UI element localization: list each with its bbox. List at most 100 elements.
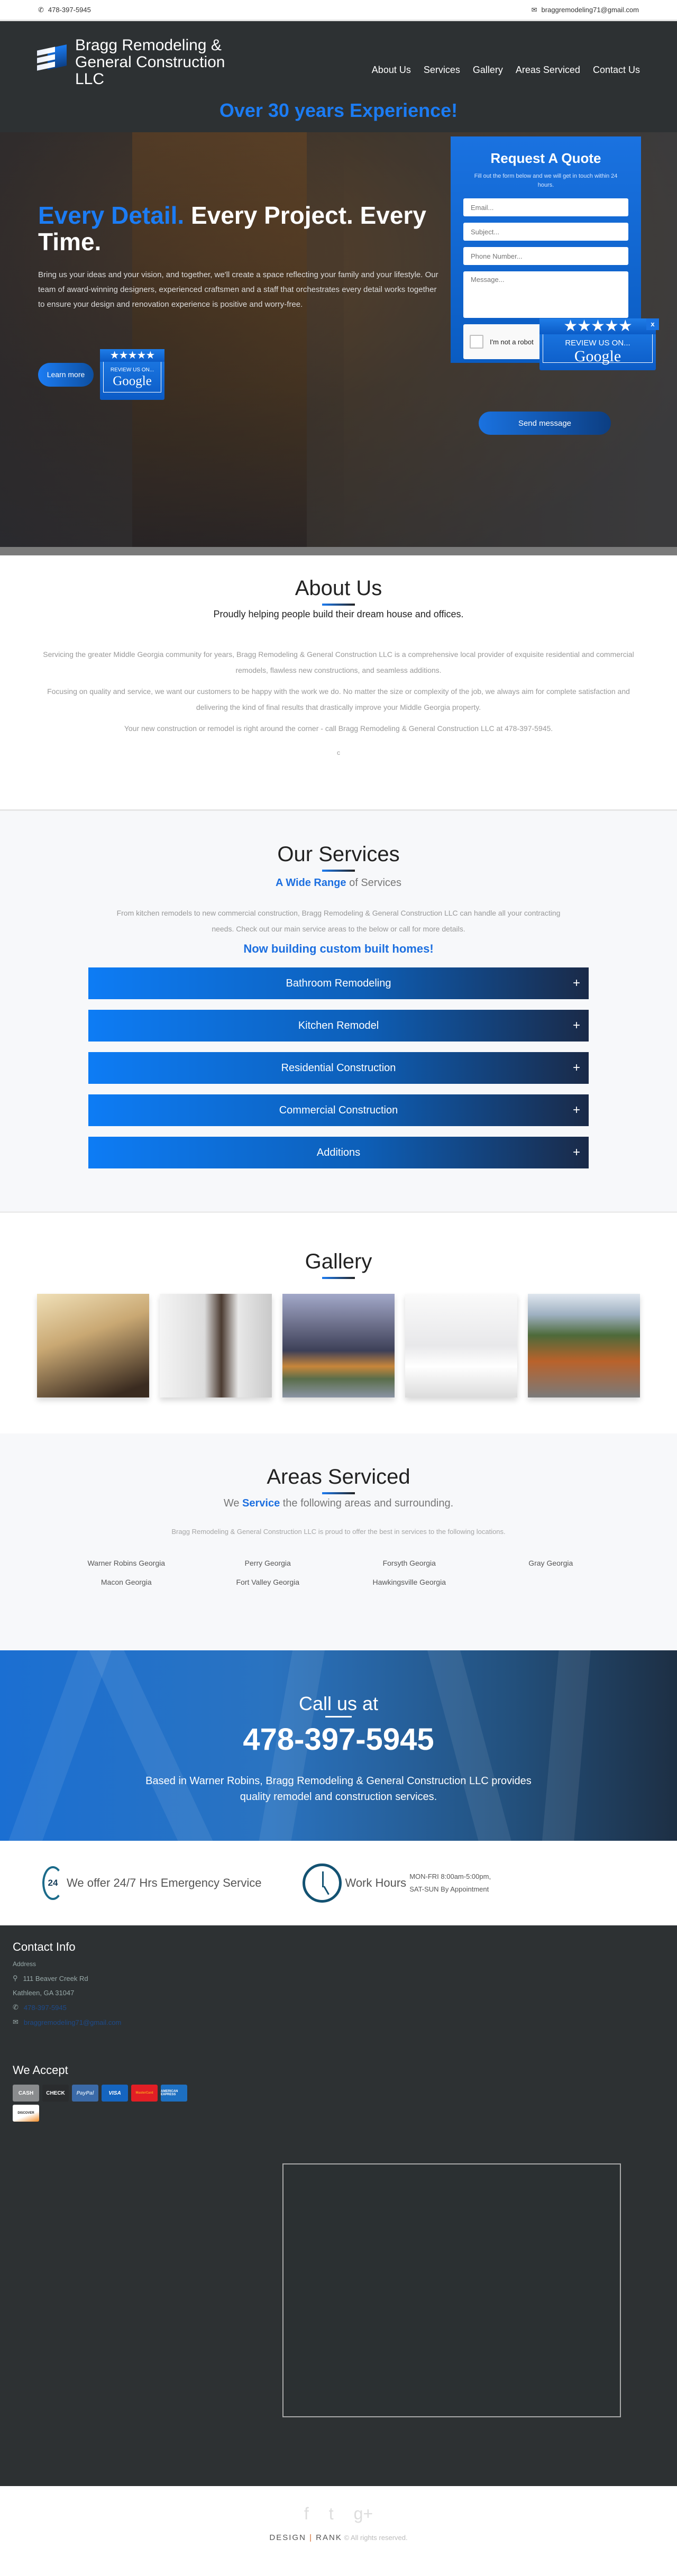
hours-weekend: SAT-SUN By Appointment — [409, 1885, 489, 1893]
plus-icon: + — [572, 976, 580, 990]
message-field[interactable] — [463, 271, 628, 318]
areas-subtitle: We Service the following areas and surro… — [0, 1497, 677, 1510]
accordion-commercial-construction[interactable]: Commercial Construction + — [88, 1094, 589, 1126]
map-embed[interactable] — [282, 2163, 621, 2417]
services-text: From kitchen remodels to new commercial … — [116, 909, 561, 933]
24-hour-icon: 24 — [42, 1866, 63, 1900]
map-pin-icon: ⚲ — [13, 1974, 18, 1982]
top-phone[interactable]: ✆ 478-397-5945 — [38, 6, 91, 14]
experience-tagline: Over 30 years Experience! — [219, 99, 458, 121]
address-label: Address — [13, 1960, 36, 1968]
top-phone-text: 478-397-5945 — [48, 6, 91, 14]
star-icons: ★★★★★ — [539, 318, 656, 334]
email-field[interactable] — [463, 198, 628, 216]
title-underline — [322, 1277, 355, 1279]
location-item: Perry Georgia — [244, 1559, 291, 1567]
areas-text: Bragg Remodeling & General Construction … — [171, 1528, 506, 1536]
envelope-icon: ✉ — [13, 2018, 19, 2026]
accordion-label: Bathroom Remodeling — [286, 977, 391, 989]
phone-icon: ✆ — [13, 2003, 19, 2011]
gallery-image-bathroom[interactable] — [37, 1294, 149, 1397]
design-rank-logo[interactable]: DESIGN | RANK — [269, 2533, 342, 2542]
close-icon[interactable]: x — [646, 318, 659, 330]
footer-email-link[interactable]: braggremodeling71@gmail.com — [24, 2018, 121, 2026]
gallery-image-conference-room[interactable] — [405, 1294, 517, 1397]
accordion-kitchen-remodel[interactable]: Kitchen Remodel + — [88, 1010, 589, 1042]
top-bar: ✆ 478-397-5945 ✉ braggremodeling71@gmail… — [0, 0, 677, 21]
gallery-image-patio[interactable] — [528, 1294, 640, 1397]
footer-phone-link[interactable]: 478-397-5945 — [24, 2004, 67, 2012]
about-paragraph: Servicing the greater Middle Georgia com… — [43, 650, 634, 674]
hero-title: Every Detail. Every Project. Every Time. — [38, 202, 440, 255]
about-paragraph: Your new construction or remodel is righ… — [124, 724, 553, 733]
brand[interactable]: Bragg Remodeling & General Construction … — [37, 37, 250, 88]
review-text: REVIEW US ON... — [110, 367, 154, 373]
nav-gallery[interactable]: Gallery — [473, 65, 503, 88]
top-email-text: braggremodeling71@gmail.com — [541, 6, 639, 14]
location-item: Warner Robins Georgia — [87, 1559, 166, 1567]
hours-weekday: MON-FRI 8:00am-5:00pm, — [409, 1872, 491, 1880]
services-title: Our Services — [277, 843, 400, 866]
discover-icon: DISCOVER — [13, 2105, 39, 2122]
twitter-icon[interactable]: t — [329, 2504, 334, 2524]
nav-about[interactable]: About Us — [372, 65, 411, 88]
gallery-title: Gallery — [305, 1250, 372, 1273]
google-text: Google — [113, 374, 152, 388]
floating-review-widget[interactable]: ★★★★★ REVIEW US ON... Google x — [539, 318, 659, 370]
location-item: Fort Valley Georgia — [236, 1578, 300, 1586]
footer: Contact Info Address ⚲ 111 Beaver Creek R… — [0, 1925, 677, 2486]
work-hours-label: Work Hours — [345, 1876, 407, 1889]
call-us-banner: Call us at 478-397-5945 Based in Warner … — [0, 1650, 677, 1841]
mastercard-icon: MasterCard — [131, 2085, 158, 2102]
review-text: REVIEW US ON... — [565, 339, 630, 348]
phone-field[interactable] — [463, 247, 628, 265]
logo-icon — [37, 44, 69, 71]
gallery-image-kitchen[interactable] — [160, 1294, 272, 1397]
phone-icon: ✆ — [38, 5, 44, 14]
plus-icon: + — [572, 1145, 580, 1159]
areas-section: Areas Serviced We Service the following … — [0, 1433, 677, 1650]
send-message-button[interactable]: Send message — [479, 412, 611, 435]
brand-name: Bragg Remodeling & General Construction … — [75, 36, 225, 88]
subject-field[interactable] — [463, 223, 628, 241]
about-subtitle: Proudly helping people build their dream… — [213, 609, 464, 619]
gallery-image-house-exterior[interactable] — [282, 1294, 395, 1397]
social-links: f t g+ — [0, 2504, 677, 2524]
accordion-bathroom-remodeling[interactable]: Bathroom Remodeling + — [88, 967, 589, 999]
accordion-label: Additions — [316, 1146, 361, 1158]
learn-more-button[interactable]: Learn more — [38, 362, 94, 387]
bottom-bar: f t g+ DESIGN | RANK © All rights reserv… — [0, 2486, 677, 2576]
call-us-title: Call us at — [298, 1693, 379, 1714]
services-accordion: Bathroom Remodeling + Kitchen Remodel + Re… — [88, 967, 589, 1168]
nav-services[interactable]: Services — [424, 65, 460, 88]
title-underline — [322, 870, 355, 872]
accordion-additions[interactable]: Additions + — [88, 1137, 589, 1168]
title-underline — [322, 604, 355, 606]
quote-subtitle: Fill out the form below and we will get … — [474, 173, 618, 188]
visa-icon: VISA — [102, 2085, 128, 2102]
top-email[interactable]: ✉ braggremodeling71@gmail.com — [532, 6, 639, 14]
accordion-residential-construction[interactable]: Residential Construction + — [88, 1052, 589, 1084]
review-google-badge[interactable]: ★★★★★ REVIEW US ON... Google — [100, 349, 164, 400]
google-plus-icon[interactable]: g+ — [354, 2504, 373, 2524]
areas-subtitle-rest: the following areas and surrounding. — [280, 1497, 454, 1509]
call-us-text: Based in Warner Robins, Bragg Remodeling… — [145, 1775, 532, 1803]
title-underline — [322, 1492, 355, 1494]
location-item: Forsyth Georgia — [382, 1559, 436, 1567]
nav-contact[interactable]: Contact Us — [593, 65, 640, 88]
accordion-label: Commercial Construction — [279, 1104, 398, 1116]
areas-subtitle-pre: We — [223, 1497, 243, 1509]
about-title: About Us — [295, 577, 382, 600]
quote-title: Request A Quote — [490, 150, 601, 166]
amex-icon: AMERICAN EXPRESS — [161, 2085, 187, 2102]
facebook-icon[interactable]: f — [304, 2504, 309, 2524]
recaptcha-checkbox[interactable] — [470, 335, 483, 349]
location-item: Macon Georgia — [100, 1578, 152, 1586]
envelope-icon: ✉ — [531, 5, 537, 14]
contact-info-title: Contact Info — [13, 1940, 76, 1953]
services-section: Our Services A Wide Range of Services Fr… — [0, 809, 677, 1211]
nav-areas[interactable]: Areas Serviced — [516, 65, 580, 88]
call-us-phone[interactable]: 478-397-5945 — [0, 1722, 677, 1757]
site-header: Bragg Remodeling & General Construction … — [0, 21, 677, 132]
google-text: Google — [574, 348, 621, 365]
